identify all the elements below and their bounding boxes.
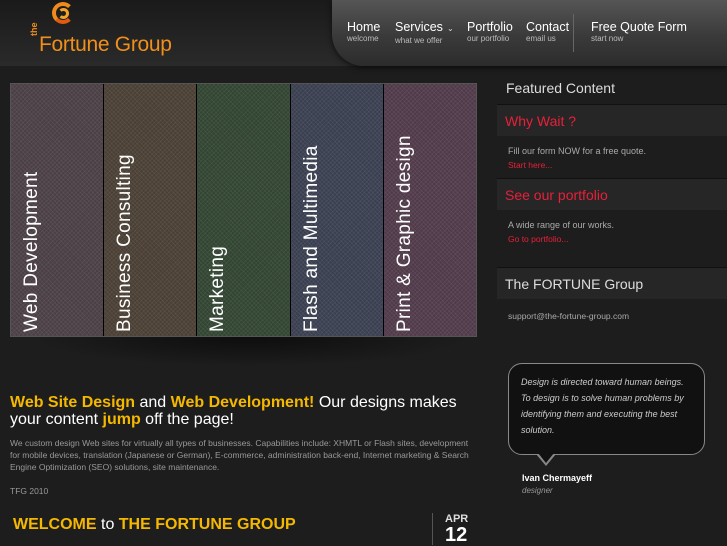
nav-services[interactable]: Services ⌄ what we offer — [395, 20, 454, 46]
banner-panel-label: Flash and Multimedia — [300, 145, 322, 332]
banner-panel-label: Marketing — [207, 245, 229, 332]
nav-home-label: Home — [347, 20, 381, 34]
nav-contact[interactable]: Contact email us — [526, 20, 569, 44]
nav-portfolio-sub: our portfolio — [467, 34, 510, 43]
featured-portfolio: See our portfolio A wide range of our wo… — [497, 178, 727, 256]
headline-part: Web Site Design — [10, 394, 136, 411]
nav-contact-label: Contact — [526, 20, 570, 34]
headline-part: off the page! — [140, 411, 234, 428]
nav-free-quote-sub: start now — [591, 34, 624, 43]
why-wait-text: Fill our form NOW for a free quote. — [508, 146, 647, 156]
tfg-label: TFG 2010 — [10, 486, 49, 496]
date-day: 12 — [445, 524, 468, 546]
logo-swirl-inner-icon — [58, 8, 69, 19]
nav-portfolio-label: Portfolio — [467, 20, 513, 34]
quote-bubble: Design is directed toward human beings. … — [508, 363, 705, 455]
banner-panel-web-development[interactable]: Web Development — [11, 84, 105, 336]
nav-services-sub: what we offer — [395, 36, 443, 45]
banner-shadow — [30, 337, 470, 367]
date-badge: APR 12 — [432, 513, 472, 545]
why-wait-heading: Why Wait ? — [497, 104, 727, 136]
welcome-part: WELCOME — [13, 516, 97, 533]
banner-panel-print-graphic[interactable]: Print & Graphic design — [383, 84, 477, 336]
banner-panel-label: Web Development — [21, 171, 42, 332]
headline-part: Web Development! — [170, 394, 315, 411]
banner-panel-marketing[interactable]: Marketing — [197, 84, 291, 336]
banner-panel-label: Print & Graphic design — [393, 135, 415, 332]
welcome-part: THE FORTUNE GROUP — [118, 516, 296, 533]
header: the Fortune Group Home welcome Services ⌄… — [0, 0, 727, 66]
banner-panel-business-consulting[interactable]: Business Consulting — [104, 84, 198, 336]
nav-free-quote[interactable]: Free Quote Form start now — [591, 20, 687, 44]
fortune-group-heading: The FORTUNE Group — [497, 267, 727, 299]
go-to-portfolio-link[interactable]: Go to portfolio... — [508, 234, 568, 244]
quote-role: designer — [522, 486, 553, 495]
nav-home-sub: welcome — [347, 34, 379, 43]
chevron-down-icon: ⌄ — [446, 24, 454, 33]
logo-prefix: the — [29, 22, 39, 37]
main-headline: Web Site Design and Web Development! Our… — [10, 394, 480, 428]
welcome-heading: WELCOME to THE FORTUNE GROUP — [13, 516, 296, 534]
logo-name: Fortune Group — [39, 33, 172, 56]
quote-author: Ivan Chermayeff — [522, 473, 593, 483]
intro-paragraph: We custom design Web sites for virtually… — [10, 438, 469, 472]
nav-contact-sub: email us — [526, 34, 556, 43]
nav-services-label: Services — [395, 20, 443, 34]
nav-free-quote-label: Free Quote Form — [591, 20, 687, 34]
quote-text: Design is directed toward human beings. … — [521, 377, 684, 435]
featured-why-wait: Why Wait ? Fill our form NOW for a free … — [497, 104, 727, 182]
banner-panel-label: Business Consulting — [114, 154, 136, 332]
banner-panel-flash-multimedia[interactable]: Flash and Multimedia — [290, 84, 384, 336]
services-banner: Web Development Business Consulting Mark… — [10, 83, 477, 337]
nav-home[interactable]: Home welcome — [347, 20, 380, 44]
headline-part: jump — [102, 411, 141, 428]
headline-part: and — [135, 394, 171, 411]
featured-group: The FORTUNE Group support@the-fortune-gr… — [497, 267, 727, 333]
portfolio-text: A wide range of our works. — [508, 220, 615, 230]
quote-tail-inner — [538, 453, 554, 463]
see-portfolio-heading: See our portfolio — [497, 178, 727, 210]
featured-content-title: Featured Content — [506, 80, 615, 96]
nav-portfolio[interactable]: Portfolio our portfolio — [467, 20, 513, 44]
welcome-part: to — [96, 516, 119, 533]
nav-divider — [573, 14, 574, 52]
start-here-link[interactable]: Start here... — [508, 160, 552, 170]
support-email-link[interactable]: support@the-fortune-group.com — [508, 311, 629, 321]
